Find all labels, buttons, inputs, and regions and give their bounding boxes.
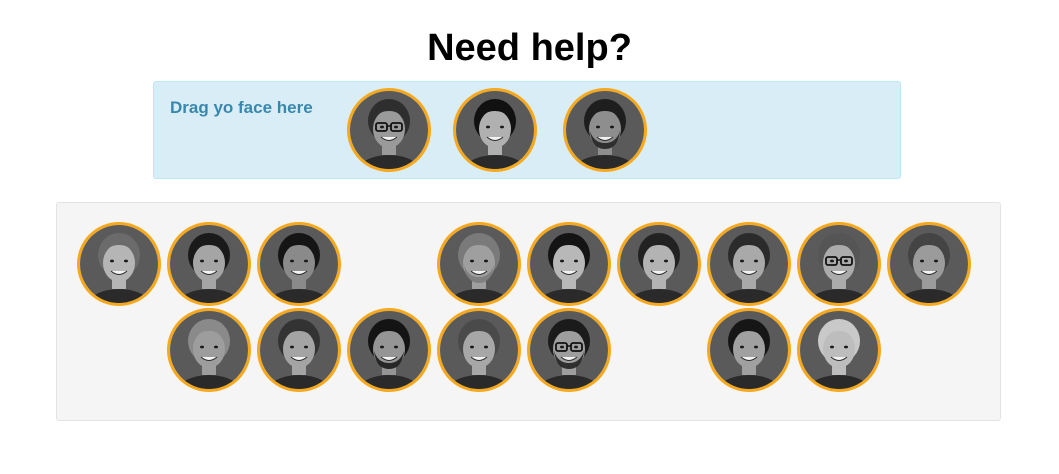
face-avatar[interactable] <box>347 308 431 392</box>
face-photo <box>620 225 698 303</box>
face-photo <box>710 225 788 303</box>
face-avatar[interactable] <box>437 222 521 306</box>
face-photo <box>440 225 518 303</box>
face-avatar[interactable] <box>797 308 881 392</box>
face-photo <box>566 91 644 169</box>
face-avatar[interactable] <box>167 308 251 392</box>
face-avatar[interactable] <box>887 222 971 306</box>
page-title: Need help? <box>427 27 632 69</box>
face-photo <box>890 225 968 303</box>
face-avatar[interactable] <box>797 222 881 306</box>
face-avatar[interactable] <box>167 222 251 306</box>
face-avatar[interactable] <box>453 88 537 172</box>
face-photo <box>170 225 248 303</box>
face-photo <box>530 225 608 303</box>
face-photo <box>260 225 338 303</box>
face-photo <box>350 311 428 389</box>
face-avatar[interactable] <box>617 222 701 306</box>
face-photo <box>80 225 158 303</box>
face-avatar[interactable] <box>347 88 431 172</box>
face-pool <box>56 202 1001 421</box>
face-photo <box>800 225 878 303</box>
face-photo <box>530 311 608 389</box>
face-photo <box>170 311 248 389</box>
face-photo <box>350 91 428 169</box>
face-avatar[interactable] <box>707 222 791 306</box>
face-avatar[interactable] <box>707 308 791 392</box>
face-photo <box>710 311 788 389</box>
face-avatar[interactable] <box>527 222 611 306</box>
face-photo <box>440 311 518 389</box>
face-photo <box>800 311 878 389</box>
face-drop-zone[interactable]: Drag yo face here <box>153 81 901 179</box>
face-avatar[interactable] <box>437 308 521 392</box>
face-avatar[interactable] <box>563 88 647 172</box>
face-photo <box>260 311 338 389</box>
face-photo <box>456 91 534 169</box>
face-avatar[interactable] <box>257 222 341 306</box>
face-avatar[interactable] <box>77 222 161 306</box>
face-avatar[interactable] <box>257 308 341 392</box>
face-avatar[interactable] <box>527 308 611 392</box>
drop-zone-label: Drag yo face here <box>170 98 313 117</box>
